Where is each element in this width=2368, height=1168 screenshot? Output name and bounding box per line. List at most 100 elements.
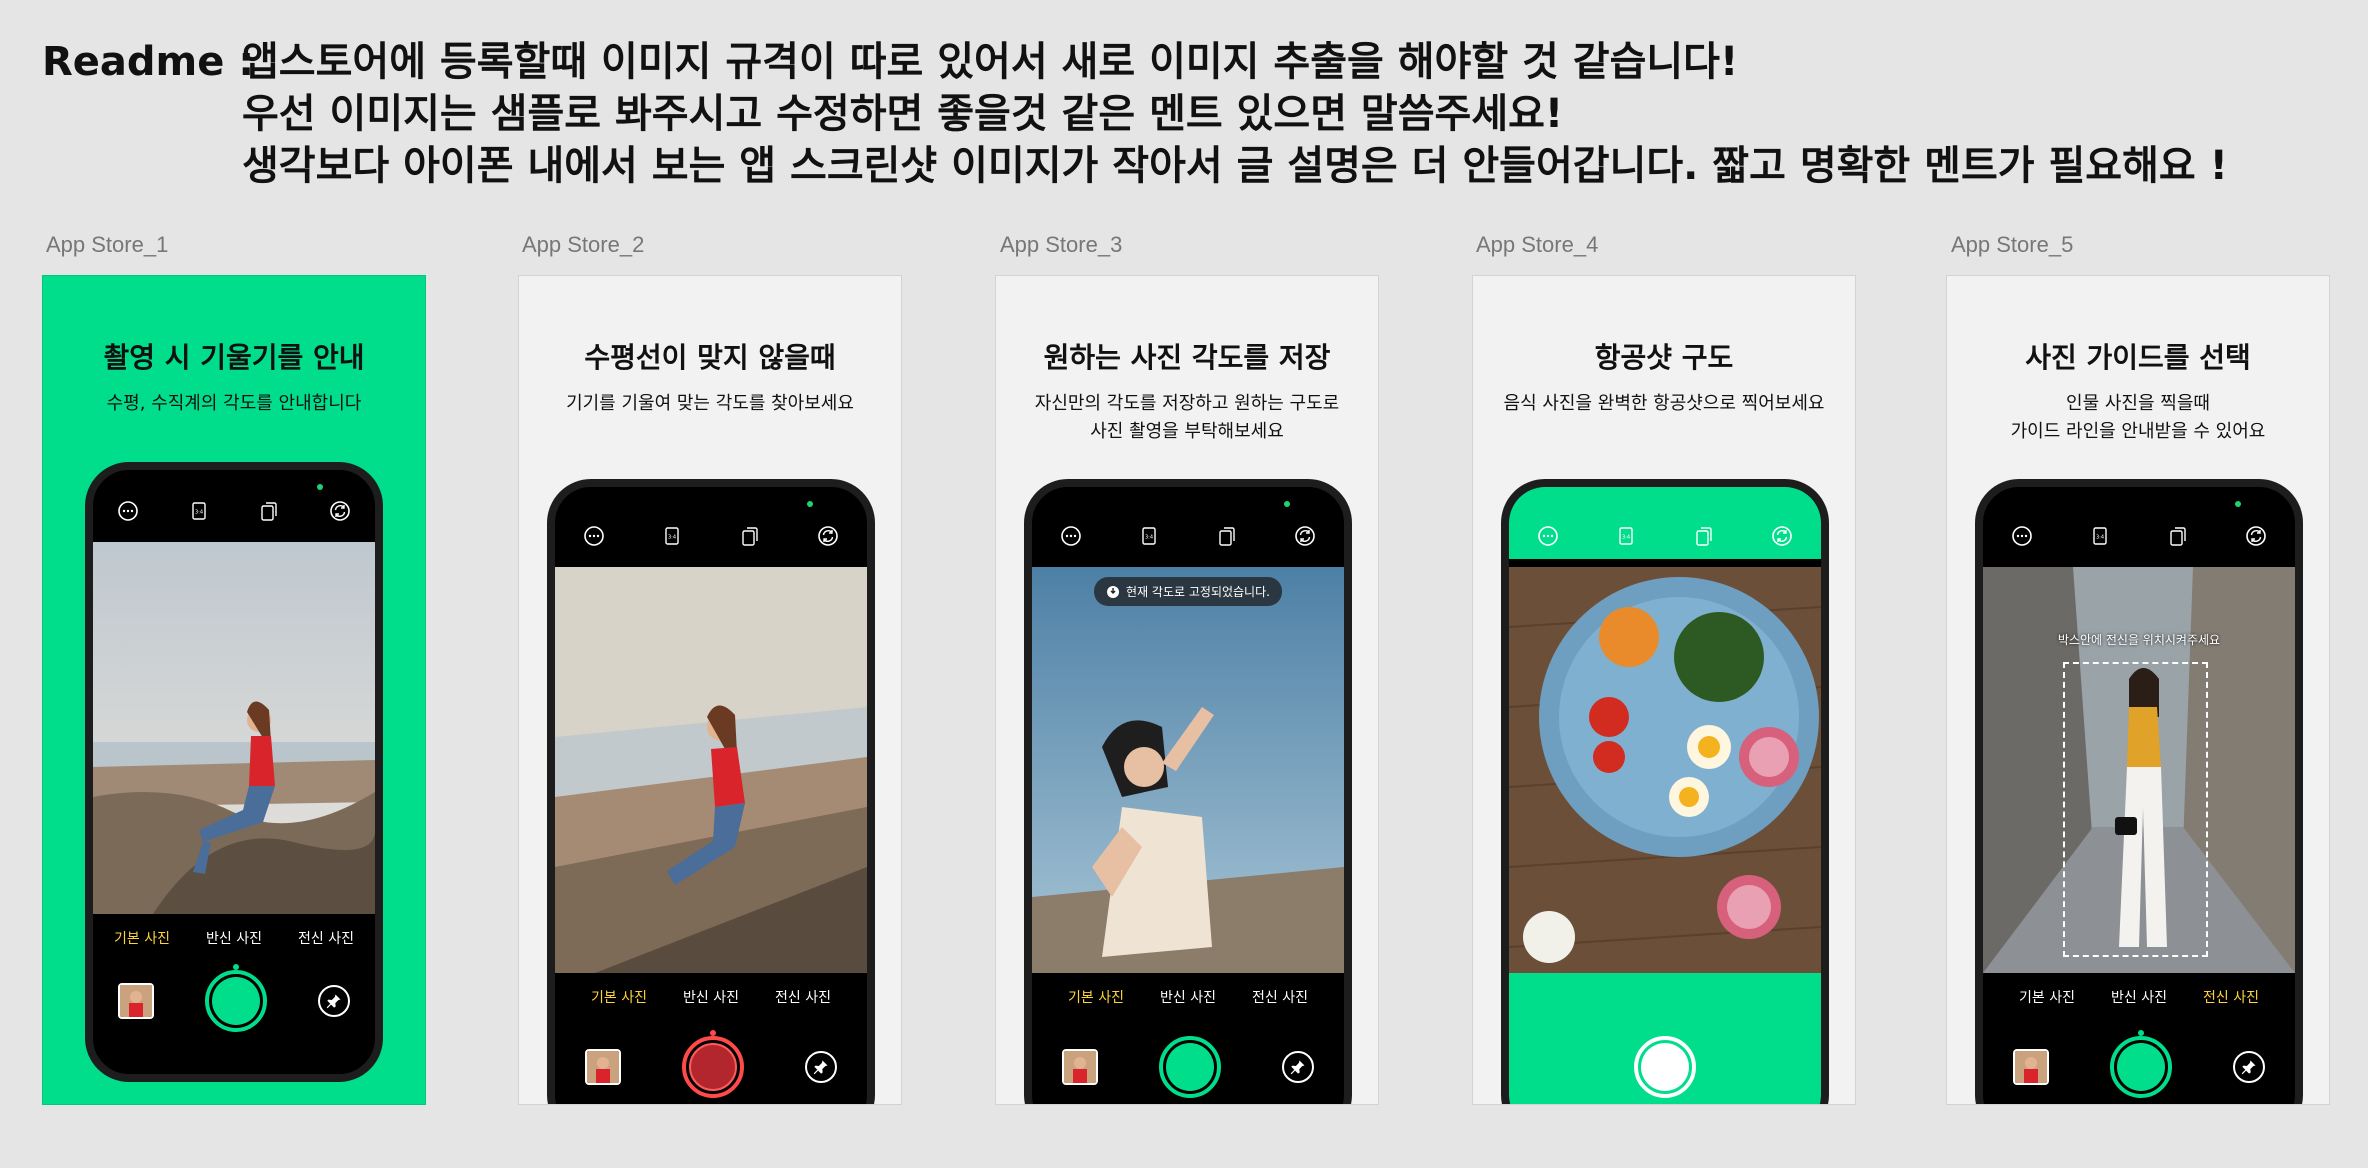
angle-locked-toast: 현재 각도로 고정되었습니다. xyxy=(1094,577,1282,606)
woman-sun-photo xyxy=(1032,567,1344,973)
mode-basic[interactable]: 기본 사진 xyxy=(591,987,647,1007)
ratio-icon[interactable] xyxy=(661,525,683,547)
shooting-mode-selector: 기본 사진 반신 사진 전신 사진 xyxy=(1032,987,1344,1007)
frame-label-1: App Store_1 xyxy=(46,232,169,257)
shutter-button[interactable] xyxy=(2109,1030,2172,1098)
copy-icon[interactable] xyxy=(739,525,761,547)
ratio-icon[interactable] xyxy=(1138,525,1160,547)
ratio-icon[interactable] xyxy=(188,500,210,522)
copy-icon[interactable] xyxy=(2167,525,2189,547)
frame-subtitle: 수평, 수직계의 각도를 안내합니다 xyxy=(106,393,362,414)
more-icon[interactable] xyxy=(117,500,139,522)
readme-note: Readme : 앱스토어에 등록할때 이미지 규격이 따로 있어서 새로 이미지… xyxy=(42,36,2228,192)
camera-viewfinder[interactable] xyxy=(1509,567,1821,973)
frame-label-4: App Store_4 xyxy=(1476,232,1599,257)
woman-on-rock-photo xyxy=(93,542,375,914)
frame-subtitle: 기기를 기울여 맞는 각도를 찾아보세요 xyxy=(566,393,854,414)
shutter-button-disabled[interactable] xyxy=(681,1030,744,1098)
toast-text: 현재 각도로 고정되었습니다. xyxy=(1126,585,1270,599)
more-icon[interactable] xyxy=(2011,525,2033,547)
app-store-frame-2: 수평선이 맞지 않을때 기기를 기울여 맞는 각도를 찾아보세요 기본 사진 반… xyxy=(518,275,902,1105)
guide-instruction: 박스안에 전신을 위치시켜주세요 xyxy=(2057,633,2221,647)
frame-title: 사진 가이드를 선택 xyxy=(2025,341,2251,374)
frame-label-3: App Store_3 xyxy=(1000,232,1123,257)
camera-viewfinder[interactable] xyxy=(555,567,867,973)
pin-icon[interactable] xyxy=(804,1051,837,1083)
frame-title: 수평선이 맞지 않을때 xyxy=(584,341,836,374)
lock-icon xyxy=(1106,585,1120,599)
app-store-frame-3: 원하는 사진 각도를 저장 자신만의 각도를 저장하고 원하는 구도로 사진 촬… xyxy=(995,275,1379,1105)
mode-half-body[interactable]: 반신 사진 xyxy=(206,928,262,948)
camera-viewfinder[interactable]: 박스안에 전신을 위치시켜주세요 xyxy=(1983,567,2295,973)
frame-subtitle: 자신만의 각도를 저장하고 원하는 구도로 사진 촬영을 부탁해보세요 xyxy=(1034,393,1340,442)
pin-icon[interactable] xyxy=(1281,1051,1314,1083)
ratio-icon[interactable] xyxy=(1615,525,1637,547)
camera-toolbar xyxy=(1983,487,2295,559)
switch-camera-icon[interactable] xyxy=(329,500,351,522)
frame-label-5: App Store_5 xyxy=(1951,232,2074,257)
pin-icon[interactable] xyxy=(2232,1051,2265,1083)
mode-basic[interactable]: 기본 사진 xyxy=(1068,987,1124,1007)
mode-full-body[interactable]: 전신 사진 xyxy=(775,987,831,1007)
gallery-thumbnail[interactable] xyxy=(1062,1049,1099,1085)
app-store-frame-1: 촬영 시 기울기를 안내 수평, 수직계의 각도를 안내합니다 기본 사진 반신… xyxy=(42,275,426,1105)
copy-icon[interactable] xyxy=(1693,525,1715,547)
gallery-thumbnail[interactable] xyxy=(2013,1049,2050,1085)
switch-camera-icon[interactable] xyxy=(1294,525,1316,547)
readme-line-1: 앱스토어에 등록할때 이미지 규격이 따로 있어서 새로 이미지 추출을 해야할… xyxy=(242,39,1739,85)
camera-viewfinder[interactable] xyxy=(93,542,375,914)
readme-line-3: 생각보다 아이폰 내에서 보는 앱 스크린샷 이미지가 작아서 글 설명은 더 … xyxy=(242,143,2228,189)
switch-camera-icon[interactable] xyxy=(817,525,839,547)
phone-mockup: 기본 사진 반신 사진 전신 사진 xyxy=(547,479,875,1104)
copy-icon[interactable] xyxy=(258,500,280,522)
copy-icon[interactable] xyxy=(1216,525,1238,547)
tilted-woman-photo xyxy=(555,567,867,973)
food-flatlay-photo xyxy=(1509,567,1821,973)
frame-subtitle: 인물 사진을 찍을때 가이드 라인을 안내받을 수 있어요 xyxy=(2010,393,2266,442)
mode-half-body[interactable]: 반신 사진 xyxy=(2111,987,2167,1007)
mode-basic[interactable]: 기본 사진 xyxy=(2019,987,2075,1007)
ratio-icon[interactable] xyxy=(2089,525,2111,547)
app-store-frame-5: 사진 가이드를 선택 인물 사진을 찍을때 가이드 라인을 안내받을 수 있어요… xyxy=(1946,275,2330,1105)
frame-subtitle: 음식 사진을 완벽한 항공샷으로 찍어보세요 xyxy=(1503,393,1825,414)
gallery-thumbnail[interactable] xyxy=(118,983,155,1019)
gallery-thumbnail[interactable] xyxy=(585,1049,622,1085)
camera-toolbar xyxy=(1032,487,1344,559)
mode-full-body[interactable]: 전신 사진 xyxy=(298,928,354,948)
camera-controls xyxy=(1032,1017,1344,1104)
camera-controls xyxy=(1509,1017,1821,1104)
mode-half-body[interactable]: 반신 사진 xyxy=(1160,987,1216,1007)
switch-camera-icon[interactable] xyxy=(2245,525,2267,547)
camera-controls xyxy=(1983,1017,2295,1104)
frame-title: 촬영 시 기울기를 안내 xyxy=(103,341,365,374)
camera-viewfinder[interactable]: 현재 각도로 고정되었습니다. xyxy=(1032,567,1344,973)
more-icon[interactable] xyxy=(1060,525,1082,547)
camera-toolbar xyxy=(1509,487,1821,559)
phone-mockup: 박스안에 전신을 위치시켜주세요 기본 사진 반신 사진 전신 사진 xyxy=(1975,479,2303,1104)
phone-mockup: 기본 사진 반신 사진 전신 사진 xyxy=(85,462,383,1082)
app-store-frame-4: 항공샷 구도 음식 사진을 완벽한 항공샷으로 찍어보세요 xyxy=(1472,275,1856,1105)
mode-full-body[interactable]: 전신 사진 xyxy=(1252,987,1308,1007)
readme-label: Readme : xyxy=(42,39,255,85)
phone-mockup: 현재 각도로 고정되었습니다. 기본 사진 반신 사진 전신 사진 xyxy=(1024,479,1352,1104)
full-body-guide-box xyxy=(2063,662,2208,957)
camera-toolbar xyxy=(555,487,867,559)
frame-title: 원하는 사진 각도를 저장 xyxy=(1043,341,1331,374)
camera-controls xyxy=(555,1017,867,1104)
shutter-button[interactable] xyxy=(1158,1036,1221,1098)
mode-full-body[interactable]: 전신 사진 xyxy=(2203,987,2259,1007)
switch-camera-icon[interactable] xyxy=(1771,525,1793,547)
more-icon[interactable] xyxy=(583,525,605,547)
more-icon[interactable] xyxy=(1537,525,1559,547)
pin-icon[interactable] xyxy=(317,985,350,1017)
shooting-mode-selector: 기본 사진 반신 사진 전신 사진 xyxy=(93,928,375,948)
readme-line-2: 우선 이미지는 샘플로 봐주시고 수정하면 좋을것 같은 멘트 있으면 말씀주세… xyxy=(242,91,1564,137)
shooting-mode-selector: 기본 사진 반신 사진 전신 사진 xyxy=(555,987,867,1007)
phone-mockup xyxy=(1501,479,1829,1104)
shutter-button[interactable] xyxy=(204,964,267,1032)
shutter-button[interactable] xyxy=(1634,1036,1696,1098)
mode-basic[interactable]: 기본 사진 xyxy=(114,928,170,948)
mode-half-body[interactable]: 반신 사진 xyxy=(683,987,739,1007)
camera-toolbar xyxy=(93,470,375,534)
frame-title: 항공샷 구도 xyxy=(1594,341,1734,374)
